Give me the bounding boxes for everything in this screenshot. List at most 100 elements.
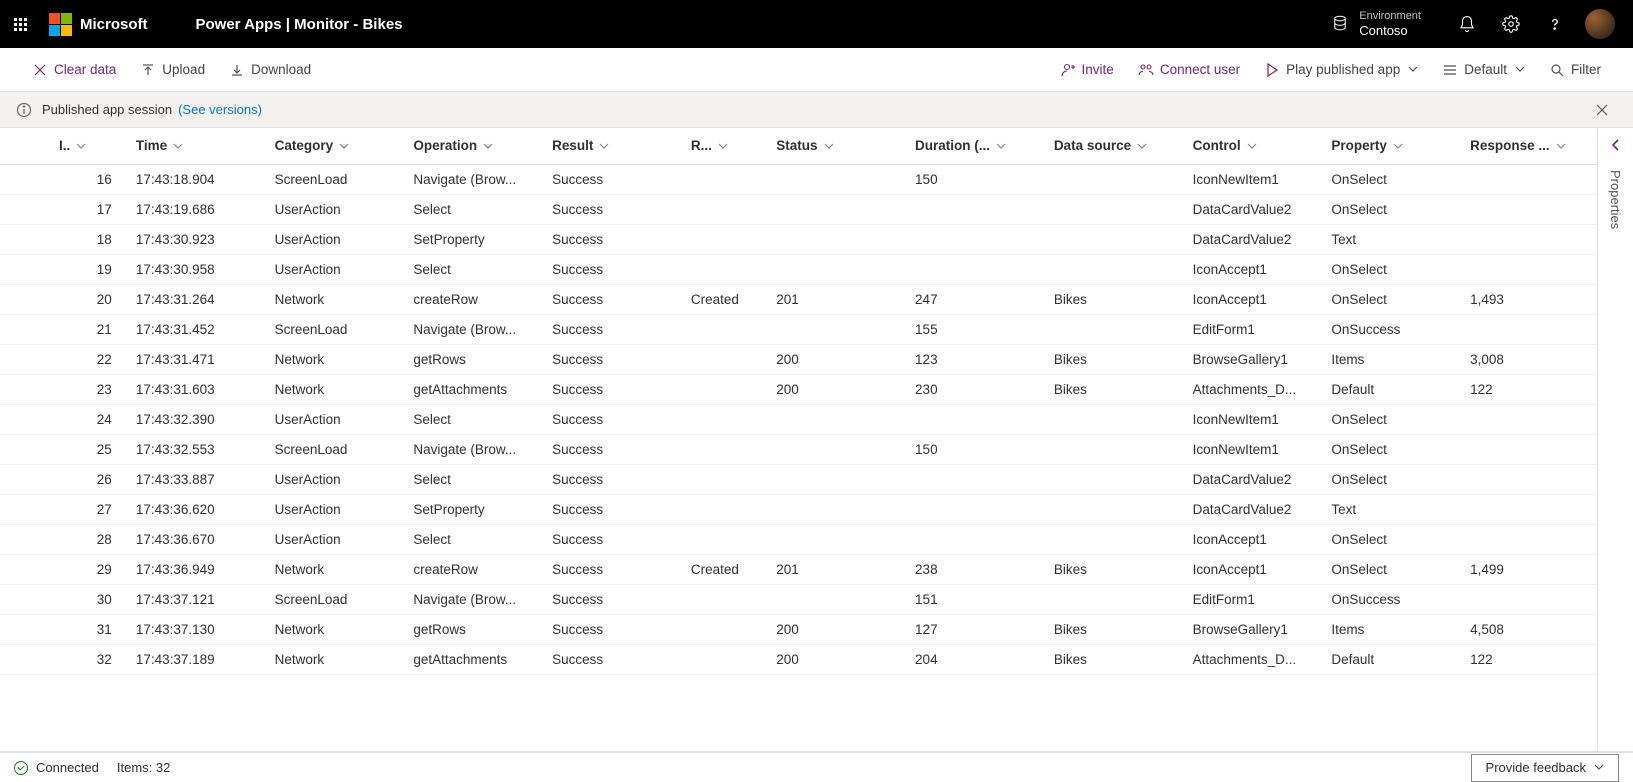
column-header-time[interactable]: Time: [124, 128, 263, 164]
cell-duration: [903, 194, 1042, 224]
table-row[interactable]: 2217:43:31.471NetworkgetRowsSuccess20012…: [0, 344, 1597, 374]
cell-result: Success: [540, 314, 679, 344]
table-row[interactable]: 2317:43:31.603NetworkgetAttachmentsSucce…: [0, 374, 1597, 404]
table-row[interactable]: 2617:43:33.887UserActionSelectSuccessDat…: [0, 464, 1597, 494]
column-header-operation[interactable]: Operation: [401, 128, 540, 164]
column-header-label: R...: [691, 138, 712, 153]
cell-property: OnSelect: [1319, 164, 1458, 194]
table-row[interactable]: 2517:43:32.553ScreenLoadNavigate (Brow..…: [0, 434, 1597, 464]
cell-response: [1458, 254, 1597, 284]
cell-datasource: [1042, 164, 1181, 194]
app-launcher-icon[interactable]: [14, 18, 27, 31]
cell-status: 200: [764, 614, 903, 644]
cell-response: 1,499: [1458, 554, 1597, 584]
column-header-response[interactable]: Response ...: [1458, 128, 1597, 164]
cell-response: 122: [1458, 644, 1597, 674]
cell-datasource: Bikes: [1042, 644, 1181, 674]
column-header-label: I..: [59, 138, 70, 153]
table-row[interactable]: 3117:43:37.130NetworkgetRowsSuccess20012…: [0, 614, 1597, 644]
table-row[interactable]: 2417:43:32.390UserActionSelectSuccessIco…: [0, 404, 1597, 434]
cell-id: 32: [47, 644, 124, 674]
table-row[interactable]: 1617:43:18.904ScreenLoadNavigate (Brow..…: [0, 164, 1597, 194]
table-header-row: I.. TimeCategoryOperationResult R... Status…: [0, 128, 1597, 164]
cell-resultinfo: [679, 434, 764, 464]
table-row[interactable]: 2017:43:31.264NetworkcreateRowSuccessCre…: [0, 284, 1597, 314]
cell-property: Text: [1319, 494, 1458, 524]
cell-control: EditForm1: [1181, 314, 1320, 344]
chevron-down-icon: [996, 139, 1006, 154]
cell-datasource: [1042, 584, 1181, 614]
microsoft-logo-text: Microsoft: [80, 16, 148, 33]
cell-operation: Navigate (Brow...: [401, 434, 540, 464]
table-row[interactable]: 2817:43:36.670UserActionSelectSuccessIco…: [0, 524, 1597, 554]
cell-time: 17:43:37.189: [124, 644, 263, 674]
cell-datasource: Bikes: [1042, 374, 1181, 404]
cell-response: [1458, 224, 1597, 254]
cell-response: [1458, 404, 1597, 434]
table-row[interactable]: 3217:43:37.189NetworkgetAttachmentsSucce…: [0, 644, 1597, 674]
expand-properties-chevron-icon[interactable]: [1610, 138, 1622, 154]
column-header-category[interactable]: Category: [263, 128, 402, 164]
cell-time: 17:43:31.603: [124, 374, 263, 404]
info-bar-close-button[interactable]: [1587, 95, 1617, 125]
column-header-status[interactable]: Status: [764, 128, 903, 164]
column-header-datasource[interactable]: Data source: [1042, 128, 1181, 164]
column-header-control[interactable]: Control: [1181, 128, 1320, 164]
cell-id: 31: [47, 614, 124, 644]
row-lead-cell: [0, 494, 47, 524]
cell-category: UserAction: [263, 524, 402, 554]
connect-user-button[interactable]: Connect user: [1130, 52, 1248, 88]
monitor-table-region[interactable]: I.. TimeCategoryOperationResult R... Status…: [0, 128, 1597, 751]
notifications-icon[interactable]: [1445, 0, 1489, 48]
microsoft-logo-icon: [49, 13, 72, 36]
table-row[interactable]: 2717:43:36.620UserActionSetPropertySucce…: [0, 494, 1597, 524]
layout-label: Default: [1464, 62, 1507, 77]
cell-control: IconNewItem1: [1181, 164, 1320, 194]
help-icon[interactable]: [1533, 0, 1577, 48]
cell-result: Success: [540, 524, 679, 554]
download-button[interactable]: Download: [221, 52, 319, 88]
app-title: Power Apps | Monitor - Bikes: [196, 16, 403, 33]
column-header-id[interactable]: I..: [47, 128, 124, 164]
cell-duration: 155: [903, 314, 1042, 344]
see-versions-link[interactable]: (See versions): [178, 102, 262, 117]
column-header-duration[interactable]: Duration (...: [903, 128, 1042, 164]
cell-datasource: Bikes: [1042, 284, 1181, 314]
chevron-down-icon: [1515, 62, 1525, 77]
top-header: Microsoft Power Apps | Monitor - Bikes E…: [0, 0, 1633, 48]
microsoft-logo[interactable]: Microsoft: [49, 13, 148, 36]
cell-duration: 238: [903, 554, 1042, 584]
provide-feedback-button[interactable]: Provide feedback: [1471, 754, 1619, 782]
cell-duration: [903, 524, 1042, 554]
cell-operation: getAttachments: [401, 374, 540, 404]
cell-property: OnSuccess: [1319, 584, 1458, 614]
column-header-result[interactable]: Result: [540, 128, 679, 164]
table-row[interactable]: 3017:43:37.121ScreenLoadNavigate (Brow..…: [0, 584, 1597, 614]
cell-result: Success: [540, 224, 679, 254]
invite-button[interactable]: Invite: [1052, 52, 1122, 88]
column-header-property[interactable]: Property: [1319, 128, 1458, 164]
table-row[interactable]: 2117:43:31.452ScreenLoadNavigate (Brow..…: [0, 314, 1597, 344]
table-row[interactable]: 1817:43:30.923UserActionSetPropertySucce…: [0, 224, 1597, 254]
properties-panel-label[interactable]: Properties: [1608, 170, 1623, 229]
clear-data-button[interactable]: Clear data: [24, 52, 124, 88]
cell-result: Success: [540, 404, 679, 434]
cell-property: OnSelect: [1319, 554, 1458, 584]
cell-status: [764, 224, 903, 254]
filter-icon: [1549, 62, 1565, 78]
table-row[interactable]: 2917:43:36.949NetworkcreateRowSuccessCre…: [0, 554, 1597, 584]
play-published-button[interactable]: Play published app: [1256, 52, 1426, 88]
settings-icon[interactable]: [1489, 0, 1533, 48]
table-row[interactable]: 1917:43:30.958UserActionSelectSuccessIco…: [0, 254, 1597, 284]
environment-picker[interactable]: Environment Contoso: [1307, 10, 1445, 39]
upload-button[interactable]: Upload: [132, 52, 213, 88]
provide-feedback-label: Provide feedback: [1486, 760, 1586, 775]
user-avatar[interactable]: [1585, 9, 1615, 39]
column-header-resultinfo[interactable]: R...: [679, 128, 764, 164]
layout-button[interactable]: Default: [1434, 52, 1533, 88]
table-row[interactable]: 1717:43:19.686UserActionSelectSuccessDat…: [0, 194, 1597, 224]
cell-result: Success: [540, 614, 679, 644]
cell-category: Network: [263, 374, 402, 404]
filter-button[interactable]: Filter: [1541, 52, 1609, 88]
column-header-label: Data source: [1054, 138, 1131, 153]
